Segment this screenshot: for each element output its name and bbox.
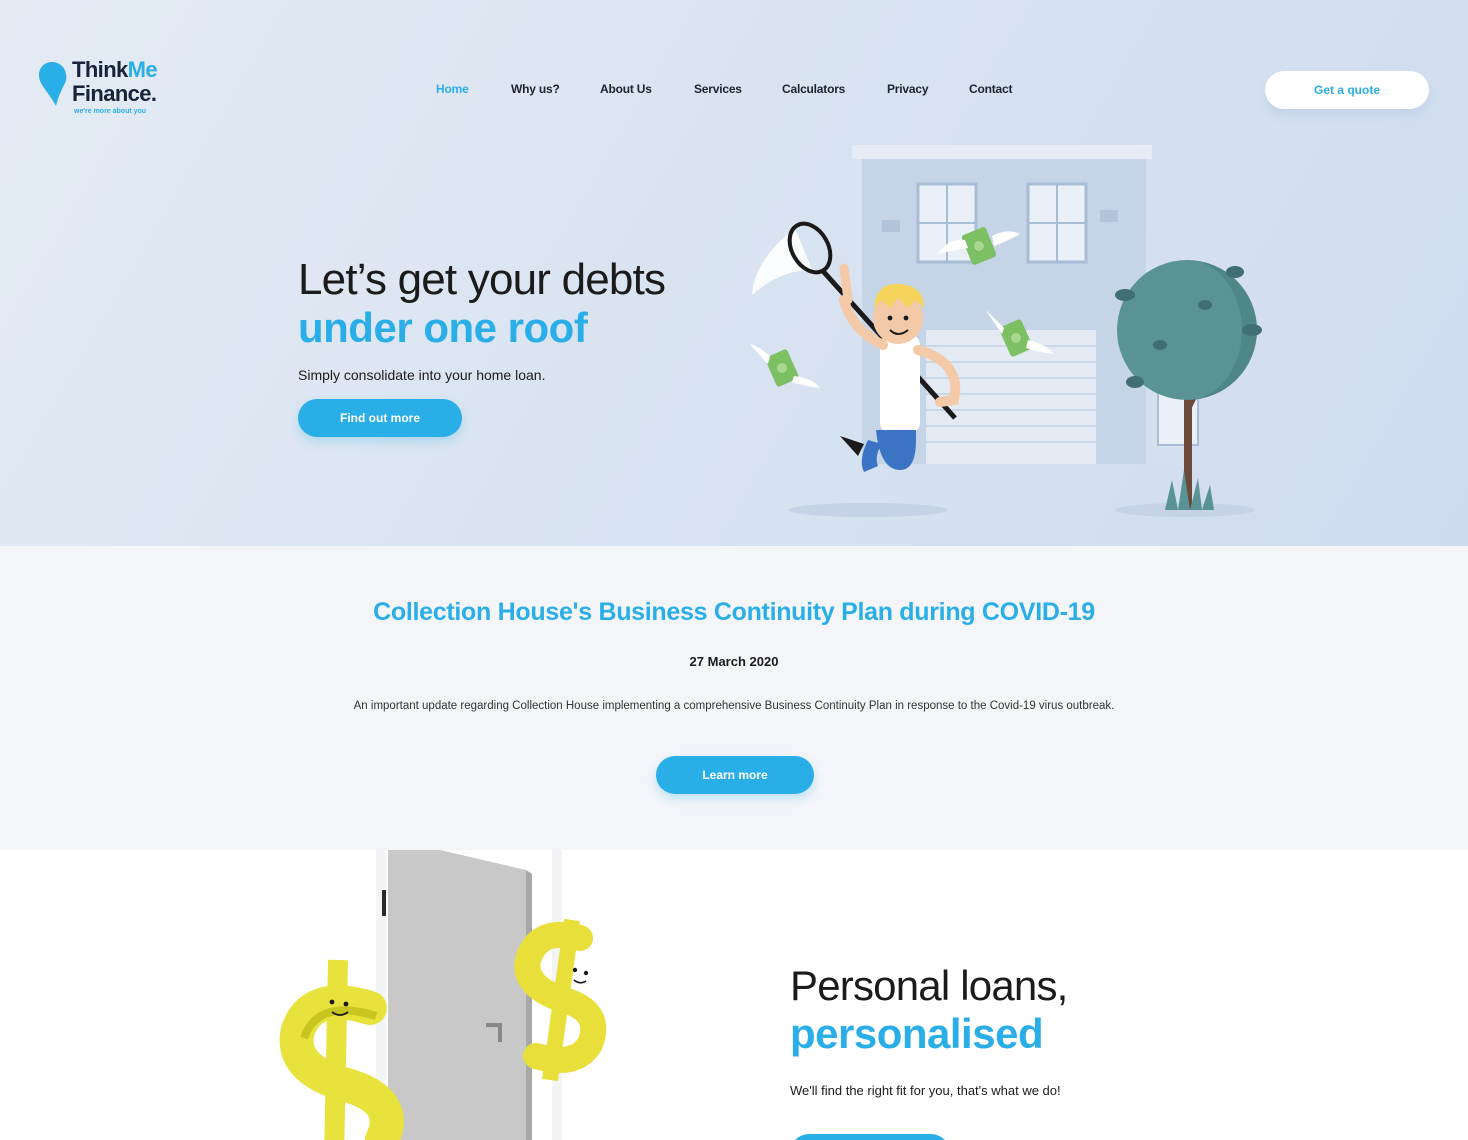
nav-contact[interactable]: Contact (969, 82, 1012, 96)
loans-subtitle: We'll find the right fit for you, that's… (790, 1083, 1061, 1098)
get-a-quote-button[interactable]: Get a quote (1265, 71, 1429, 109)
news-date: 27 March 2020 (689, 654, 779, 669)
hero-section: ThinkMe Finance. we're more about you Ho… (0, 0, 1468, 546)
news-body: An important update regarding Collection… (353, 700, 1115, 712)
loans-title: Personal loans, (790, 962, 1068, 1009)
hero-title-highlight: under one roof (298, 304, 588, 351)
loans-cta-button[interactable] (790, 1134, 950, 1140)
logo-tagline: we're more about you (74, 108, 147, 115)
covid-update-section: Collection House's Business Continuity P… (0, 546, 1468, 850)
nav-calculators[interactable]: Calculators (782, 82, 845, 96)
nav-why-us[interactable]: Why us? (511, 82, 560, 96)
personal-loans-section: Personal loans, personalised We'll find … (0, 850, 1468, 1140)
nav-about-us[interactable]: About Us (600, 82, 652, 96)
nav-privacy[interactable]: Privacy (887, 82, 929, 96)
logo-line-1: ThinkMe (72, 57, 158, 82)
door-dollar-signs-illustration (279, 850, 607, 1140)
learn-more-button[interactable]: Learn more (656, 756, 814, 794)
find-out-more-button[interactable]: Find out more (298, 399, 462, 437)
main-nav: Home Why us? About Us Services Calculato… (0, 82, 1468, 100)
hero-subtitle: Simply consolidate into your home loan. (298, 367, 546, 383)
nav-home[interactable]: Home (436, 82, 469, 96)
loans-title-highlight: personalised (790, 1010, 1044, 1057)
news-title: Collection House's Business Continuity P… (373, 598, 1095, 626)
house-butterfly-net-money-illustration (750, 145, 1262, 517)
nav-services[interactable]: Services (694, 82, 742, 96)
hero-title-line: Let’s get your debts (298, 255, 666, 304)
